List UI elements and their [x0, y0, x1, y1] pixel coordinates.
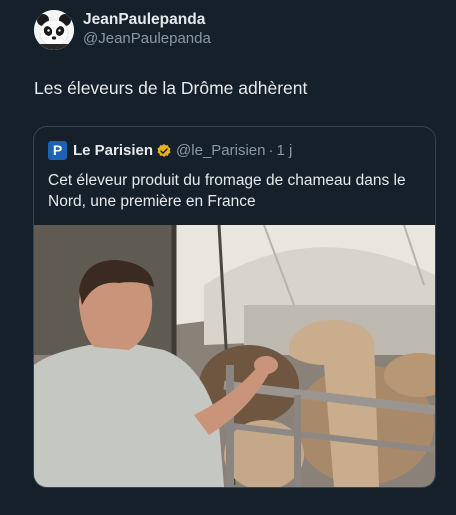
- tweet-header: JeanPaulepanda @JeanPaulepanda: [34, 10, 211, 50]
- quoted-author-name[interactable]: Le Parisien: [73, 142, 153, 159]
- publisher-logo: P: [48, 141, 67, 160]
- panda-avatar-icon: [34, 10, 74, 50]
- quoted-author-handle[interactable]: @le_Parisien: [176, 142, 265, 159]
- quoted-timestamp[interactable]: 1 j: [276, 142, 292, 159]
- quoted-tweet-card[interactable]: P Le Parisien @le_Parisien · 1 j Cet éle…: [33, 126, 436, 488]
- separator-dot: ·: [268, 142, 274, 159]
- author-handle[interactable]: @JeanPaulepanda: [83, 29, 211, 49]
- quoted-tweet-header: P Le Parisien @le_Parisien · 1 j: [48, 141, 292, 160]
- author-display-name[interactable]: JeanPaulepanda: [83, 10, 211, 29]
- author-names: JeanPaulepanda @JeanPaulepanda: [83, 10, 211, 49]
- avatar[interactable]: [34, 10, 74, 50]
- tweet-text: Les éleveurs de la Drôme adhèrent: [34, 78, 308, 98]
- verified-badge-icon: [157, 144, 171, 157]
- quoted-tweet-photo[interactable]: [34, 225, 435, 487]
- quoted-tweet-text: Cet éleveur produit du fromage de chamea…: [48, 172, 406, 210]
